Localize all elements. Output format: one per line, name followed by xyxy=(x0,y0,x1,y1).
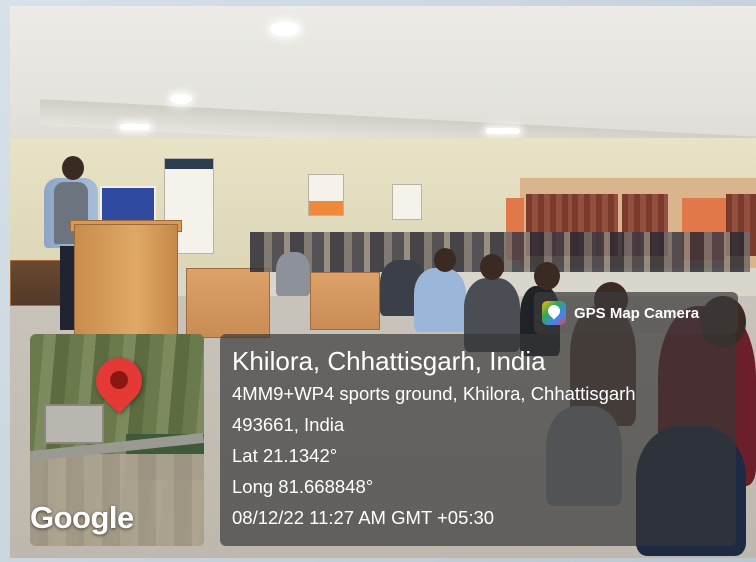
gps-badge-label: GPS Map Camera xyxy=(574,304,700,322)
location-info-panel: Khilora, Chhattisgarh, India 4MM9+WP4 sp… xyxy=(220,334,736,546)
audience-head xyxy=(534,262,560,290)
podium xyxy=(74,224,178,336)
gps-map-camera-badge: GPS Map Camera xyxy=(534,292,738,334)
map-thumbnail: Google xyxy=(30,334,204,546)
map-building xyxy=(44,404,104,444)
gps-map-camera-app-icon xyxy=(542,301,566,325)
wall-screen xyxy=(100,186,156,224)
ceiling-light xyxy=(170,94,192,104)
speaker-head xyxy=(62,156,84,180)
audience-member xyxy=(276,252,310,296)
timestamp-text: 08/12/22 11:27 AM GMT +05:30 xyxy=(232,507,495,528)
location-title: Khilora, Chhattisgarh, India xyxy=(232,346,546,376)
ceiling-light xyxy=(486,128,520,134)
map-pin-dot xyxy=(110,371,128,389)
audience-head xyxy=(480,254,504,280)
audience-member xyxy=(414,268,466,332)
ceiling-light xyxy=(270,22,300,36)
desk xyxy=(310,272,380,330)
address-line: 493661, India xyxy=(232,414,345,435)
longitude-text: Long 81.668848° xyxy=(232,476,374,497)
latitude-text: Lat 21.1342° xyxy=(232,445,338,466)
google-logo: Google xyxy=(30,500,134,535)
address-line: 4MM9+WP4 sports ground, Khilora, Chhatti… xyxy=(232,383,636,404)
wall-poster xyxy=(308,174,344,216)
desk xyxy=(186,268,270,338)
wall-poster xyxy=(392,184,422,220)
audience-head xyxy=(434,248,456,272)
ceiling-light xyxy=(120,124,150,130)
